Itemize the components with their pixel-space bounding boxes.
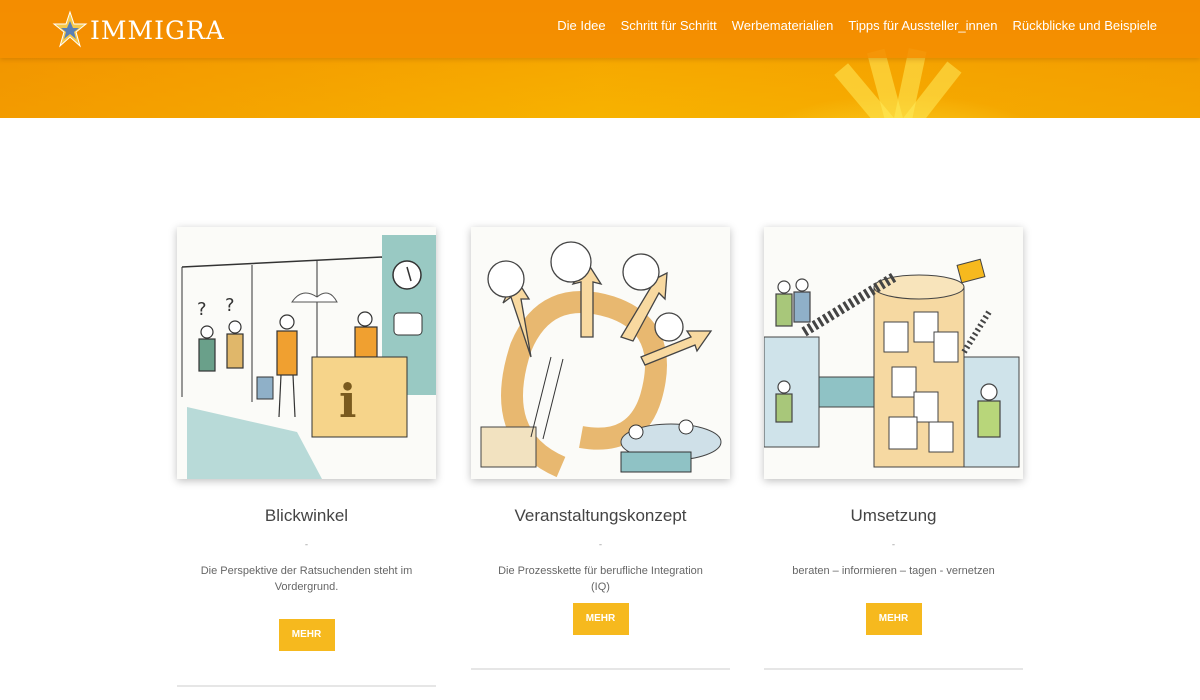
navbar: IMMIGRA Die Idee Schritt für Schritt Wer…	[0, 0, 1200, 58]
card-text: beraten – informieren – tagen - vernetze…	[792, 565, 995, 577]
card-title: Umsetzung	[850, 506, 937, 525]
nav-rueckblicke[interactable]: Rückblicke und Beispiele	[1012, 18, 1157, 33]
card-text: Die Perspektive der Ratsuchenden steht i…	[200, 565, 413, 593]
process-arrows-illustration[interactable]	[471, 227, 730, 479]
card-separator: -	[598, 540, 603, 550]
card-separator: -	[304, 540, 309, 550]
nav-schritt-fuer-schritt[interactable]: Schritt für Schritt	[621, 18, 717, 33]
svg-text:?: ?	[225, 295, 235, 316]
card-veranstaltungskonzept: Veranstaltungskonzept - Die Prozesskette…	[471, 227, 730, 670]
card-title: Blickwinkel	[264, 506, 349, 525]
main-nav: Die Idee Schritt für Schritt Werbemateri…	[557, 18, 1157, 33]
networking-illustration[interactable]	[764, 227, 1023, 479]
header-banner	[0, 48, 1200, 118]
mehr-button[interactable]: MEHR	[572, 603, 629, 635]
card-umsetzung: Umsetzung - beraten – informieren – tage…	[764, 227, 1023, 670]
nav-tipps-aussteller[interactable]: Tipps für Aussteller_innen	[848, 18, 997, 33]
card-divider	[471, 668, 730, 670]
logo-star-icon	[52, 10, 88, 50]
nav-die-idee[interactable]: Die Idee	[557, 18, 605, 33]
mehr-button[interactable]: MEHR	[278, 619, 335, 651]
card-blickwinkel: ? ? i Blickwinkel - Die Perspektive der …	[177, 227, 436, 687]
logo-link[interactable]: IMMIGRA	[52, 10, 225, 50]
card-title: Veranstaltungskonzept	[514, 506, 687, 525]
header: IMMIGRA Die Idee Schritt für Schritt Wer…	[0, 0, 1200, 118]
mehr-button[interactable]: MEHR	[865, 603, 922, 635]
nav-werbematerialien[interactable]: Werbematerialien	[732, 18, 834, 33]
logo-text: IMMIGRA	[90, 15, 225, 45]
svg-text:?: ?	[197, 299, 207, 320]
svg-text:i: i	[339, 374, 356, 428]
info-desk-illustration[interactable]: ? ? i	[177, 227, 436, 479]
card-divider	[764, 668, 1023, 670]
card-divider	[177, 685, 436, 687]
card-text: Die Prozesskette für berufliche Integrat…	[498, 565, 703, 593]
card-separator: -	[891, 540, 896, 550]
